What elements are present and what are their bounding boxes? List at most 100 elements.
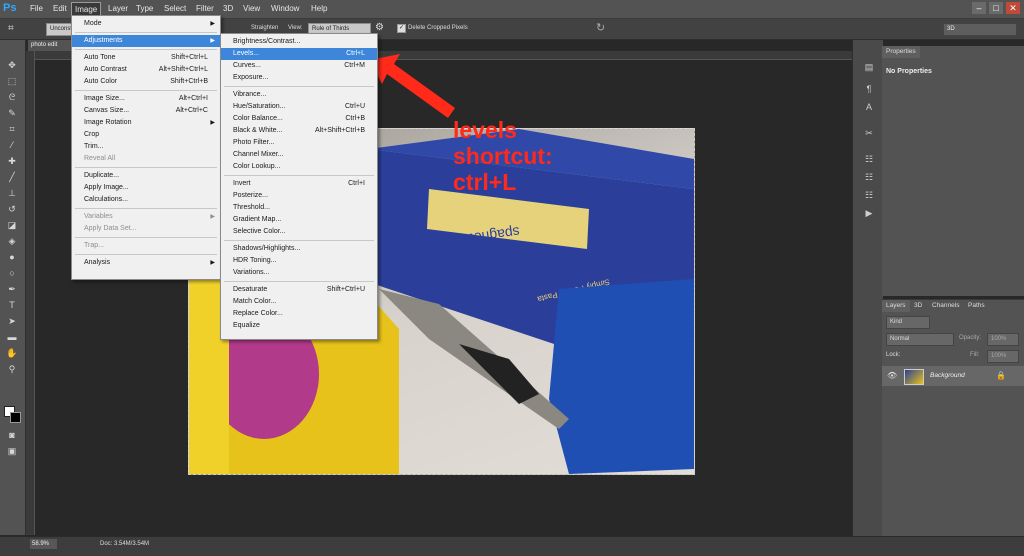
menu-item-replace-color[interactable]: Replace Color...: [221, 308, 377, 320]
eyedropper-tool-icon[interactable]: ⁄: [5, 140, 19, 150]
menu-item-curves[interactable]: Curves... Ctrl+M: [221, 60, 377, 72]
tools-preset-icon[interactable]: ✂: [863, 128, 875, 138]
menu-item-mode[interactable]: Mode ▶: [72, 18, 220, 30]
adjustments-icon[interactable]: ☷: [863, 154, 875, 164]
menu-item-duplicate[interactable]: Duplicate...: [72, 170, 220, 182]
menu-window[interactable]: Window: [271, 4, 299, 13]
clone-stamp-tool-icon[interactable]: ⊥: [5, 188, 19, 198]
healing-tool-icon[interactable]: ✚: [5, 156, 19, 166]
menu-item-black-white[interactable]: Black & White... Alt+Shift+Ctrl+B: [221, 125, 377, 137]
menu-item-equalize[interactable]: Equalize: [221, 320, 377, 332]
lasso-tool-icon[interactable]: ᘓ: [5, 92, 19, 102]
menu-select[interactable]: Select: [164, 4, 186, 13]
menu-item-shadows-highlights[interactable]: Shadows/Highlights...: [221, 243, 377, 255]
blur-tool-icon[interactable]: ●: [5, 252, 19, 262]
menu-layer[interactable]: Layer: [108, 4, 128, 13]
quick-select-tool-icon[interactable]: ✎: [5, 108, 19, 118]
menu-item-color-lookup[interactable]: Color Lookup...: [221, 161, 377, 173]
menu-item-color-balance[interactable]: Color Balance... Ctrl+B: [221, 113, 377, 125]
paragraph-icon[interactable]: ¶: [863, 84, 875, 94]
brush-tool-icon[interactable]: ╱: [5, 172, 19, 182]
tab-layers[interactable]: Layers: [882, 300, 910, 312]
menu-item-posterize[interactable]: Posterize...: [221, 190, 377, 202]
menu-item-adjustments[interactable]: Adjustments ▶: [72, 35, 220, 47]
menu-item-match-color[interactable]: Match Color...: [221, 296, 377, 308]
menu-item-apply-image[interactable]: Apply Image...: [72, 182, 220, 194]
opacity-input[interactable]: 100%: [987, 333, 1019, 346]
dodge-tool-icon[interactable]: ○: [5, 268, 19, 278]
menu-item-crop[interactable]: Crop: [72, 129, 220, 141]
fill-input[interactable]: 100%: [987, 350, 1019, 363]
marquee-tool-icon[interactable]: ⬚: [5, 76, 19, 86]
menu-item-invert[interactable]: Invert Ctrl+I: [221, 178, 377, 190]
hand-tool-icon[interactable]: ✋: [5, 348, 19, 358]
crop-tool-icon[interactable]: ⌗: [5, 124, 19, 134]
menu-item-calculations[interactable]: Calculations...: [72, 194, 220, 206]
brush-settings-icon[interactable]: ☷: [863, 190, 875, 200]
menu-item-vibrance[interactable]: Vibrance...: [221, 89, 377, 101]
menu-help[interactable]: Help: [311, 4, 327, 13]
menu-item-canvas-size[interactable]: Canvas Size... Alt+Ctrl+C: [72, 105, 220, 117]
menu-item-trim[interactable]: Trim...: [72, 141, 220, 153]
menu-item-photo-filter[interactable]: Photo Filter...: [221, 137, 377, 149]
background-color-swatch[interactable]: [10, 412, 21, 423]
close-button[interactable]: ✕: [1006, 2, 1020, 14]
menu-item-levels[interactable]: Levels... Ctrl+L: [221, 48, 377, 60]
play-actions-icon[interactable]: ▶: [863, 208, 875, 218]
pen-tool-icon[interactable]: ✒: [5, 284, 19, 294]
menu-item-hue-saturation[interactable]: Hue/Saturation... Ctrl+U: [221, 101, 377, 113]
reset-icon[interactable]: ↻: [596, 21, 605, 34]
history-brush-tool-icon[interactable]: ↺: [5, 204, 19, 214]
eye-icon[interactable]: 👁: [887, 371, 897, 380]
menu-type[interactable]: Type: [136, 4, 153, 13]
crop-tool-icon[interactable]: ⌗: [8, 23, 14, 34]
properties-tab[interactable]: Properties: [882, 46, 920, 58]
path-select-tool-icon[interactable]: ➤: [5, 316, 19, 326]
zoom-tool-icon[interactable]: ⚲: [5, 364, 19, 374]
history-icon[interactable]: ▤: [863, 62, 875, 72]
layer-name[interactable]: Background: [930, 372, 965, 379]
layer-row-background[interactable]: 👁 Background 🔒: [882, 366, 1024, 386]
move-tool-icon[interactable]: ✥: [5, 60, 19, 70]
menu-view[interactable]: View: [243, 4, 260, 13]
tab-channels[interactable]: Channels: [928, 300, 963, 312]
menu-item-channel-mixer[interactable]: Channel Mixer...: [221, 149, 377, 161]
blend-mode-select[interactable]: Normal: [886, 333, 954, 346]
menu-item-image-rotation[interactable]: Image Rotation ▶: [72, 117, 220, 129]
eraser-tool-icon[interactable]: ◪: [5, 220, 19, 230]
sliders-icon[interactable]: ☷: [863, 172, 875, 182]
tab-paths[interactable]: Paths: [964, 300, 989, 312]
maximize-button[interactable]: □: [989, 2, 1003, 14]
menu-item-gradient-map[interactable]: Gradient Map...: [221, 214, 377, 226]
menu-edit[interactable]: Edit: [53, 4, 67, 13]
straighten-button[interactable]: Straighten: [251, 25, 278, 31]
menu-item-threshold[interactable]: Threshold...: [221, 202, 377, 214]
menu-item-analysis[interactable]: Analysis ▶: [72, 257, 220, 269]
quick-mask-icon[interactable]: ◙: [5, 430, 19, 440]
menu-file[interactable]: File: [30, 4, 43, 13]
menu-3d[interactable]: 3D: [223, 4, 233, 13]
menu-item-auto-color[interactable]: Auto Color Shift+Ctrl+B: [72, 76, 220, 88]
menu-item-brightness-contrast[interactable]: Brightness/Contrast...: [221, 36, 377, 48]
zoom-level[interactable]: 58.9%: [30, 539, 57, 549]
workspace-select[interactable]: 3D: [943, 23, 1017, 36]
paint-bucket-tool-icon[interactable]: ◈: [5, 236, 19, 246]
gear-icon[interactable]: ⚙: [375, 22, 384, 33]
menu-item-desaturate[interactable]: Desaturate Shift+Ctrl+U: [221, 284, 377, 296]
menu-item-exposure[interactable]: Exposure...: [221, 72, 377, 84]
type-tool-icon[interactable]: T: [5, 300, 19, 310]
menu-item-variations[interactable]: Variations...: [221, 267, 377, 279]
screen-mode-icon[interactable]: ▣: [5, 446, 19, 456]
menu-filter[interactable]: Filter: [196, 4, 214, 13]
menu-item-image-size[interactable]: Image Size... Alt+Ctrl+I: [72, 93, 220, 105]
layer-filter-select[interactable]: Kind: [886, 316, 930, 329]
character-icon[interactable]: A: [863, 102, 875, 112]
tab-3d[interactable]: 3D: [910, 300, 926, 312]
shape-tool-icon[interactable]: ▬: [5, 332, 19, 342]
delete-cropped-checkbox[interactable]: ✓: [397, 24, 406, 33]
menu-item-hdr-toning[interactable]: HDR Toning...: [221, 255, 377, 267]
menu-item-auto-contrast[interactable]: Auto Contrast Alt+Shift+Ctrl+L: [72, 64, 220, 76]
menu-item-selective-color[interactable]: Selective Color...: [221, 226, 377, 238]
minimize-button[interactable]: –: [972, 2, 986, 14]
menu-item-auto-tone[interactable]: Auto Tone Shift+Ctrl+L: [72, 52, 220, 64]
